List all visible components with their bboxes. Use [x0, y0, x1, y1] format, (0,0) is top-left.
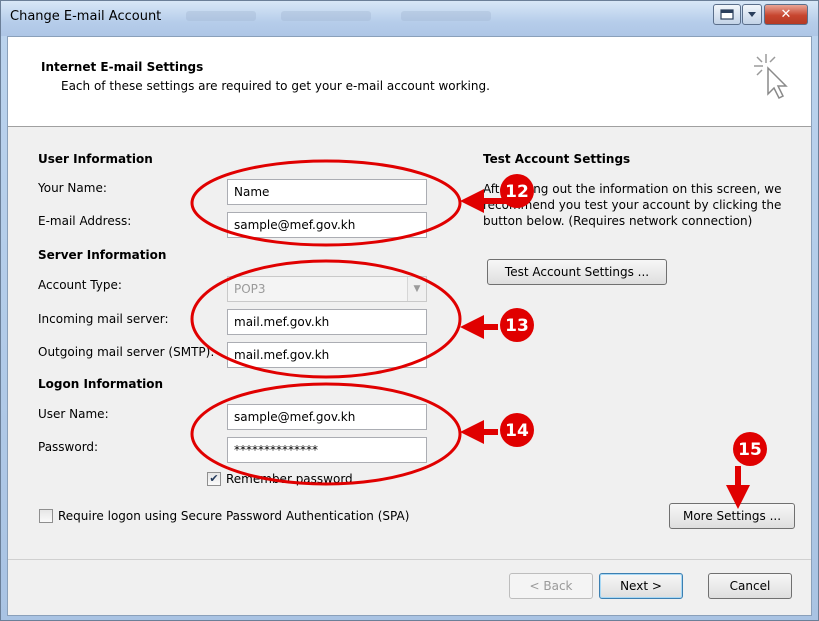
password-input[interactable]: ************** [227, 437, 427, 463]
header-subtitle: Each of these settings are required to g… [61, 79, 490, 93]
chevron-down-icon: ▼ [407, 277, 426, 301]
back-button[interactable]: < Back [509, 573, 593, 599]
restore-icon[interactable] [713, 4, 741, 25]
account-type-value: POP3 [234, 282, 266, 296]
close-icon[interactable]: ✕ [764, 4, 808, 25]
dropdown-icon[interactable] [742, 4, 762, 25]
cancel-button[interactable]: Cancel [708, 573, 792, 599]
test-account-settings-button[interactable]: Test Account Settings ... [487, 259, 667, 285]
test-settings-text-2: recommend you test your account by click… [483, 198, 782, 212]
dialog-body: Internet E-mail Settings Each of these s… [7, 36, 812, 616]
window-title: Change E-mail Account [10, 9, 162, 24]
email-address-label: E-mail Address: [38, 214, 132, 228]
email-address-input[interactable]: sample@mef.gov.kh [227, 212, 427, 238]
user-info-heading: User Information [38, 152, 153, 166]
spa-label[interactable]: Require logon using Secure Password Auth… [58, 509, 409, 523]
test-settings-heading: Test Account Settings [483, 152, 631, 166]
background-blur [401, 11, 491, 21]
test-settings-text-3: button below. (Requires network connecti… [483, 214, 753, 228]
test-settings-text-1: After filling out the information on thi… [483, 182, 782, 196]
remember-password-label[interactable]: Remember password [226, 472, 353, 486]
spa-checkbox[interactable] [39, 509, 53, 523]
user-name-label: User Name: [38, 407, 109, 421]
account-type-select: POP3 ▼ [227, 276, 427, 302]
incoming-server-input[interactable]: mail.mef.gov.kh [227, 309, 427, 335]
logon-info-heading: Logon Information [38, 377, 164, 391]
incoming-server-label: Incoming mail server: [38, 312, 169, 326]
outgoing-server-label: Outgoing mail server (SMTP): [38, 345, 215, 359]
title-bar[interactable]: Change E-mail Account ✕ [1, 1, 818, 36]
account-type-label: Account Type: [38, 278, 122, 292]
outgoing-server-input[interactable]: mail.mef.gov.kh [227, 342, 427, 368]
cursor-sparkle-icon [754, 54, 788, 100]
footer-divider [8, 559, 811, 560]
next-button[interactable]: Next > [599, 573, 683, 599]
your-name-input[interactable]: Name [227, 179, 427, 205]
dialog-window: Change E-mail Account ✕ Internet E-mail … [0, 0, 819, 621]
user-name-input[interactable]: sample@mef.gov.kh [227, 404, 427, 430]
password-label: Password: [38, 440, 99, 454]
background-blur [281, 11, 371, 21]
header-title: Internet E-mail Settings [41, 60, 204, 74]
more-settings-button[interactable]: More Settings ... [669, 503, 795, 529]
your-name-label: Your Name: [38, 181, 107, 195]
remember-password-checkbox[interactable]: ✔ [207, 472, 221, 486]
server-info-heading: Server Information [38, 248, 167, 262]
background-blur [186, 11, 256, 21]
header-panel: Internet E-mail Settings Each of these s… [8, 37, 811, 127]
